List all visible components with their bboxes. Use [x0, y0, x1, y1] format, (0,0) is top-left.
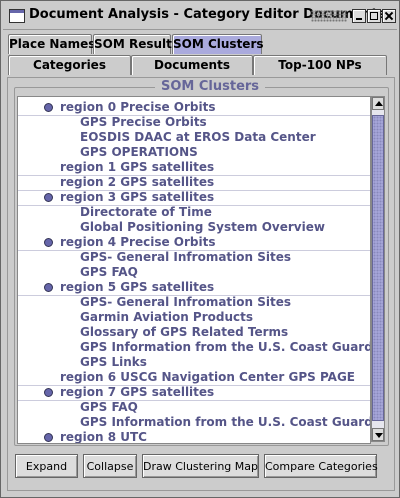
som-clusters-panel: SOM Clusters region 0 Precise Orbits GPS …	[7, 77, 395, 491]
document-label: GPS Information from the U.S. Coast Guar…	[80, 340, 371, 354]
tree-document-node[interactable]: GPS Precise Orbits	[18, 115, 370, 130]
tree-document-node[interactable]: GPS Information from the U.S. Coast Guar…	[18, 415, 370, 430]
tree-document-node[interactable]: GPS Links	[18, 355, 370, 370]
tab-place-names[interactable]: Place Names	[8, 34, 95, 54]
tree-document-node[interactable]: Global Positioning System Overview	[18, 220, 370, 235]
expanded-node-icon[interactable]	[44, 193, 53, 202]
tree-document-node[interactable]: EOSDIS DAAC at EROS Data Center	[18, 130, 370, 145]
draw-clustering-map-button[interactable]: Draw Clustering Map	[142, 454, 259, 478]
tree-region-node[interactable]: region 4 Precise Orbits	[18, 235, 370, 251]
document-label: GPS Information from the U.S. Coast Guar…	[80, 415, 371, 429]
document-label: GPS FAQ	[80, 400, 138, 414]
expanded-node-icon[interactable]	[44, 238, 53, 247]
document-label: Garmin Aviation Products	[80, 310, 253, 324]
close-icon[interactable]	[382, 9, 396, 23]
scroll-down-icon[interactable]	[372, 428, 384, 441]
tree-region-node[interactable]: region 6 USCG Navigation Center GPS PAGE	[18, 370, 370, 386]
group-title: SOM Clusters	[155, 79, 266, 94]
som-clusters-group: SOM Clusters region 0 Precise Orbits GPS …	[14, 79, 389, 446]
collapse-button[interactable]: Collapse	[83, 454, 137, 478]
document-label: GPS- General Infromation Sites	[80, 250, 292, 264]
tree-document-node[interactable]: Directorate of Time	[18, 205, 370, 220]
region-label: region 2 GPS satellites	[60, 175, 215, 189]
region-label: region 5 GPS satellites	[60, 280, 215, 294]
minimize-icon[interactable]	[352, 9, 366, 23]
expanded-node-icon[interactable]	[44, 433, 53, 442]
expanded-node-icon[interactable]	[44, 283, 53, 292]
expanded-node-icon[interactable]	[44, 103, 53, 112]
maximize-icon[interactable]	[367, 9, 381, 23]
compare-categories-button[interactable]: Compare Categories	[264, 454, 378, 478]
cluster-tree[interactable]: region 0 Precise Orbits GPS Precise Orbit…	[17, 96, 371, 444]
vertical-scrollbar[interactable]	[371, 96, 385, 442]
title-bar[interactable]: Document Analysis - Category Editor Docu…	[3, 3, 397, 30]
expanded-node-icon[interactable]	[44, 388, 53, 397]
tree-region-node[interactable]: region 8 UTC	[18, 430, 370, 444]
tree-region-node[interactable]: region 1 GPS satellites	[18, 160, 370, 176]
region-label: region 4 Precise Orbits	[60, 235, 216, 249]
window-icon	[9, 9, 25, 23]
document-label: GPS Precise Orbits	[80, 115, 207, 129]
tab-som-clusters[interactable]: SOM Clusters	[172, 34, 264, 54]
region-label: region 0 Precise Orbits	[60, 100, 216, 114]
tab-top-100-nps[interactable]: Top-100 NPs	[253, 55, 387, 75]
tree-document-node[interactable]: GPS FAQ	[18, 400, 370, 415]
tab-documents[interactable]: Documents	[131, 55, 253, 75]
tree-document-node[interactable]: GPS- General Infromation Sites	[18, 250, 370, 265]
tree-region-node[interactable]: region 3 GPS satellites	[18, 190, 370, 206]
scroll-up-icon[interactable]	[372, 97, 384, 110]
tree-region-node[interactable]: region 2 GPS satellites	[18, 175, 370, 191]
region-label: region 8 UTC	[60, 430, 147, 444]
document-label: GPS- General Infromation Sites	[80, 295, 292, 309]
region-label: region 3 GPS satellites	[60, 190, 215, 204]
region-label: region 7 GPS satellites	[60, 385, 215, 399]
region-label: region 6 USCG Navigation Center GPS PAGE	[60, 370, 356, 384]
document-label: Directorate of Time	[80, 205, 212, 219]
document-label: GPS FAQ	[80, 265, 138, 279]
titlebar-grip-icon	[311, 10, 347, 22]
tree-region-node[interactable]: region 0 Precise Orbits	[18, 100, 370, 116]
document-label: GPS Links	[80, 355, 147, 369]
tab-som-result[interactable]: SOM Result	[93, 34, 172, 54]
tree-region-node[interactable]: region 7 GPS satellites	[18, 385, 370, 401]
app-window: Document Analysis - Category Editor Docu…	[0, 0, 400, 498]
expand-button[interactable]: Expand	[15, 454, 78, 478]
tab-categories[interactable]: Categories	[8, 55, 131, 75]
document-label: GPS OPERATIONS	[80, 145, 198, 159]
tree-document-node[interactable]: GPS FAQ	[18, 265, 370, 280]
document-label: Glossary of GPS Related Terms	[80, 325, 289, 339]
tree-document-node[interactable]: Garmin Aviation Products	[18, 310, 370, 325]
tree-document-node[interactable]: GPS Information from the U.S. Coast Guar…	[18, 340, 370, 355]
document-label: EOSDIS DAAC at EROS Data Center	[80, 130, 316, 144]
tree-document-node[interactable]: GPS OPERATIONS	[18, 145, 370, 160]
tree-region-node[interactable]: region 5 GPS satellites	[18, 280, 370, 296]
tree-document-node[interactable]: GPS- General Infromation Sites	[18, 295, 370, 310]
tree-document-node[interactable]: Glossary of GPS Related Terms	[18, 325, 370, 340]
document-label: Global Positioning System Overview	[80, 220, 325, 234]
region-label: region 1 GPS satellites	[60, 160, 215, 174]
scroll-thumb[interactable]	[372, 115, 384, 421]
